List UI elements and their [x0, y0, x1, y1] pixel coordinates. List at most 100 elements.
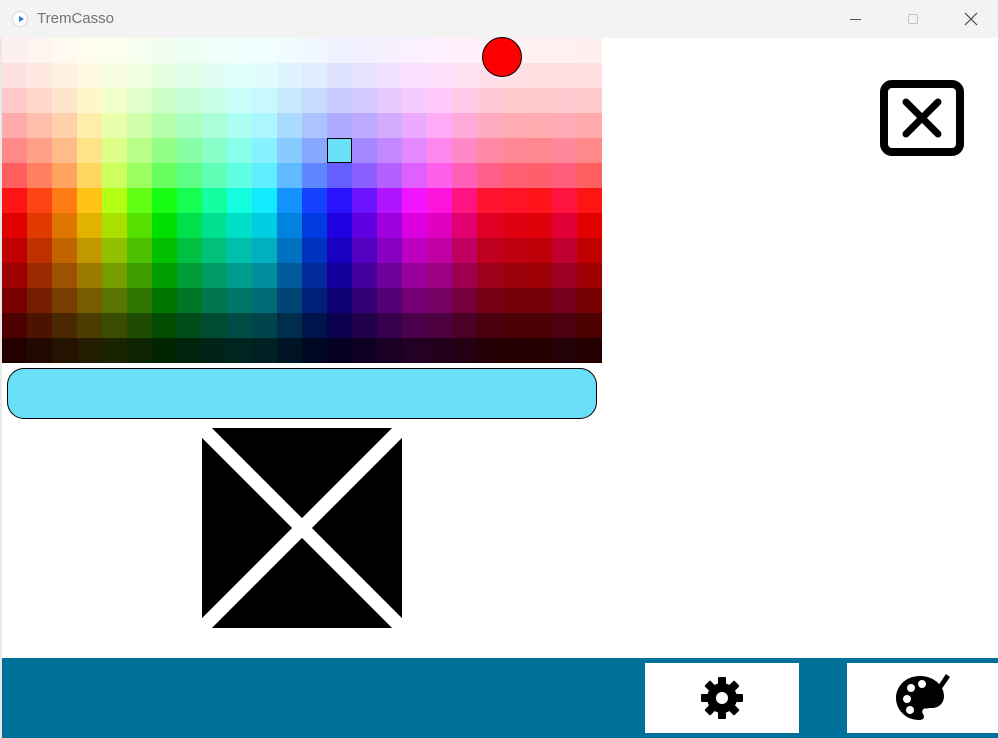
color-swatch[interactable] — [577, 288, 602, 313]
color-swatch[interactable] — [227, 163, 252, 188]
color-swatch[interactable] — [377, 238, 402, 263]
color-swatch[interactable] — [302, 288, 327, 313]
color-swatch[interactable] — [552, 263, 577, 288]
close-panel-button[interactable] — [876, 76, 968, 160]
color-swatch[interactable] — [102, 88, 127, 113]
color-swatch[interactable] — [77, 38, 102, 63]
color-swatch[interactable] — [252, 163, 277, 188]
color-swatch[interactable] — [77, 288, 102, 313]
color-swatch[interactable] — [102, 288, 127, 313]
color-swatch[interactable] — [452, 188, 477, 213]
color-swatch[interactable] — [227, 188, 252, 213]
color-swatch[interactable] — [427, 63, 452, 88]
close-window-button[interactable] — [942, 0, 998, 38]
color-swatch[interactable] — [327, 288, 352, 313]
color-swatch[interactable] — [577, 338, 602, 363]
color-swatch[interactable] — [552, 238, 577, 263]
color-swatch[interactable] — [302, 338, 327, 363]
color-swatch[interactable] — [27, 63, 52, 88]
color-swatch[interactable] — [2, 163, 27, 188]
color-swatch[interactable] — [402, 338, 427, 363]
color-swatch[interactable] — [77, 88, 102, 113]
color-swatch[interactable] — [152, 163, 177, 188]
color-swatch[interactable] — [152, 38, 177, 63]
color-swatch[interactable] — [52, 288, 77, 313]
color-swatch[interactable] — [2, 313, 27, 338]
color-swatch[interactable] — [552, 138, 577, 163]
color-swatch[interactable] — [2, 338, 27, 363]
color-swatch[interactable] — [402, 163, 427, 188]
color-swatch[interactable] — [377, 38, 402, 63]
color-swatch[interactable] — [277, 188, 302, 213]
color-swatch[interactable] — [352, 313, 377, 338]
color-swatch[interactable] — [227, 338, 252, 363]
color-swatch[interactable] — [202, 88, 227, 113]
color-swatch[interactable] — [177, 88, 202, 113]
color-swatch[interactable] — [427, 88, 452, 113]
color-swatch[interactable] — [477, 263, 502, 288]
color-swatch[interactable] — [27, 238, 52, 263]
color-swatch[interactable] — [127, 188, 152, 213]
color-swatch[interactable] — [402, 88, 427, 113]
color-swatch[interactable] — [427, 288, 452, 313]
color-swatch[interactable] — [127, 113, 152, 138]
clear-canvas-button[interactable] — [197, 423, 407, 633]
color-swatch[interactable] — [2, 63, 27, 88]
color-swatch[interactable] — [177, 313, 202, 338]
color-swatch[interactable] — [202, 138, 227, 163]
color-swatch[interactable] — [427, 138, 452, 163]
color-swatch[interactable] — [502, 338, 527, 363]
color-swatch[interactable] — [202, 338, 227, 363]
color-swatch[interactable] — [377, 338, 402, 363]
color-swatch[interactable] — [152, 338, 177, 363]
color-swatch[interactable] — [302, 63, 327, 88]
color-swatch[interactable] — [252, 138, 277, 163]
color-swatch[interactable] — [27, 38, 52, 63]
color-swatch[interactable] — [452, 263, 477, 288]
color-swatch[interactable] — [377, 188, 402, 213]
color-swatch[interactable] — [152, 138, 177, 163]
color-swatch[interactable] — [352, 213, 377, 238]
selected-color-preview[interactable] — [7, 368, 597, 419]
color-swatch[interactable] — [277, 288, 302, 313]
color-swatch[interactable] — [2, 263, 27, 288]
color-swatch[interactable] — [27, 213, 52, 238]
color-swatch[interactable] — [377, 163, 402, 188]
color-swatch[interactable] — [277, 63, 302, 88]
color-swatch[interactable] — [452, 238, 477, 263]
color-swatch[interactable] — [27, 113, 52, 138]
color-swatch[interactable] — [77, 338, 102, 363]
color-swatch[interactable] — [152, 188, 177, 213]
color-swatch[interactable] — [127, 63, 152, 88]
color-swatch[interactable] — [477, 88, 502, 113]
color-swatch[interactable] — [2, 213, 27, 238]
color-swatch[interactable] — [352, 113, 377, 138]
color-swatch[interactable] — [277, 88, 302, 113]
color-swatch[interactable] — [302, 263, 327, 288]
color-swatch[interactable] — [327, 38, 352, 63]
color-swatch[interactable] — [77, 213, 102, 238]
color-swatch[interactable] — [577, 138, 602, 163]
color-swatch[interactable] — [452, 63, 477, 88]
color-swatch[interactable] — [52, 263, 77, 288]
color-swatch[interactable] — [252, 113, 277, 138]
color-swatch[interactable] — [302, 138, 327, 163]
color-swatch[interactable] — [302, 38, 327, 63]
color-swatch[interactable] — [177, 238, 202, 263]
color-swatch[interactable] — [377, 263, 402, 288]
color-swatch[interactable] — [552, 63, 577, 88]
color-swatch[interactable] — [202, 213, 227, 238]
color-swatch[interactable] — [102, 138, 127, 163]
color-swatch[interactable] — [2, 138, 27, 163]
color-swatch[interactable] — [477, 313, 502, 338]
color-swatch[interactable] — [427, 113, 452, 138]
color-swatch[interactable] — [227, 313, 252, 338]
color-swatch[interactable] — [577, 38, 602, 63]
color-swatch[interactable] — [77, 313, 102, 338]
color-swatch[interactable] — [302, 163, 327, 188]
color-swatch[interactable] — [127, 338, 152, 363]
color-swatch[interactable] — [352, 63, 377, 88]
color-swatch[interactable] — [202, 238, 227, 263]
color-swatch[interactable] — [152, 88, 177, 113]
color-swatch[interactable] — [577, 163, 602, 188]
